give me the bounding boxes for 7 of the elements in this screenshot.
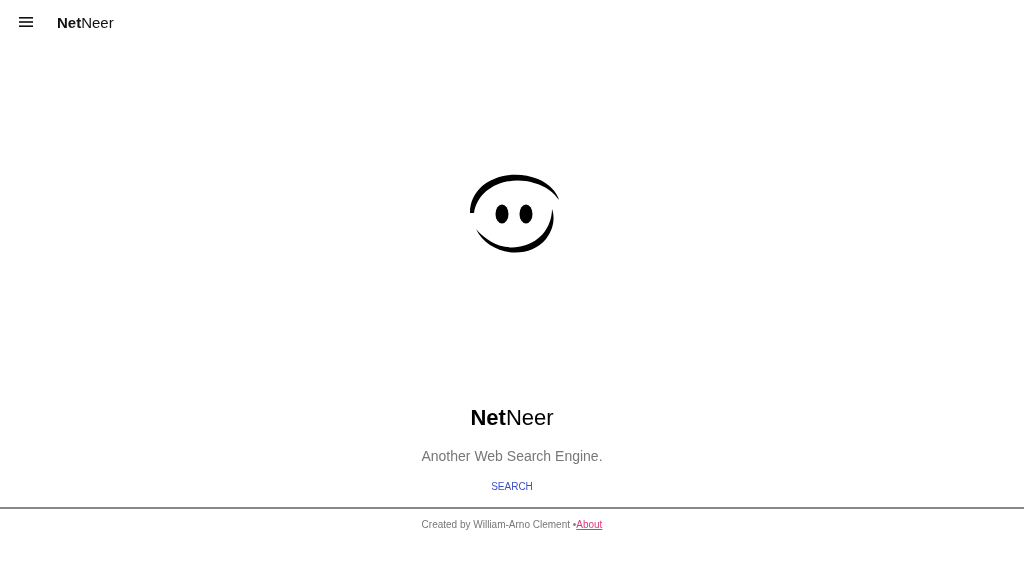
about-link[interactable]: About bbox=[576, 519, 603, 530]
tagline: Another Web Search Engine. bbox=[421, 447, 603, 465]
brand-name[interactable]: NetNeer bbox=[57, 13, 114, 31]
site-title: NetNeer bbox=[470, 405, 554, 431]
search-link[interactable]: SEARCH bbox=[491, 481, 533, 493]
menu-icon[interactable] bbox=[19, 17, 33, 27]
credit-text: Created by William-Arno Clement • bbox=[421, 519, 577, 530]
